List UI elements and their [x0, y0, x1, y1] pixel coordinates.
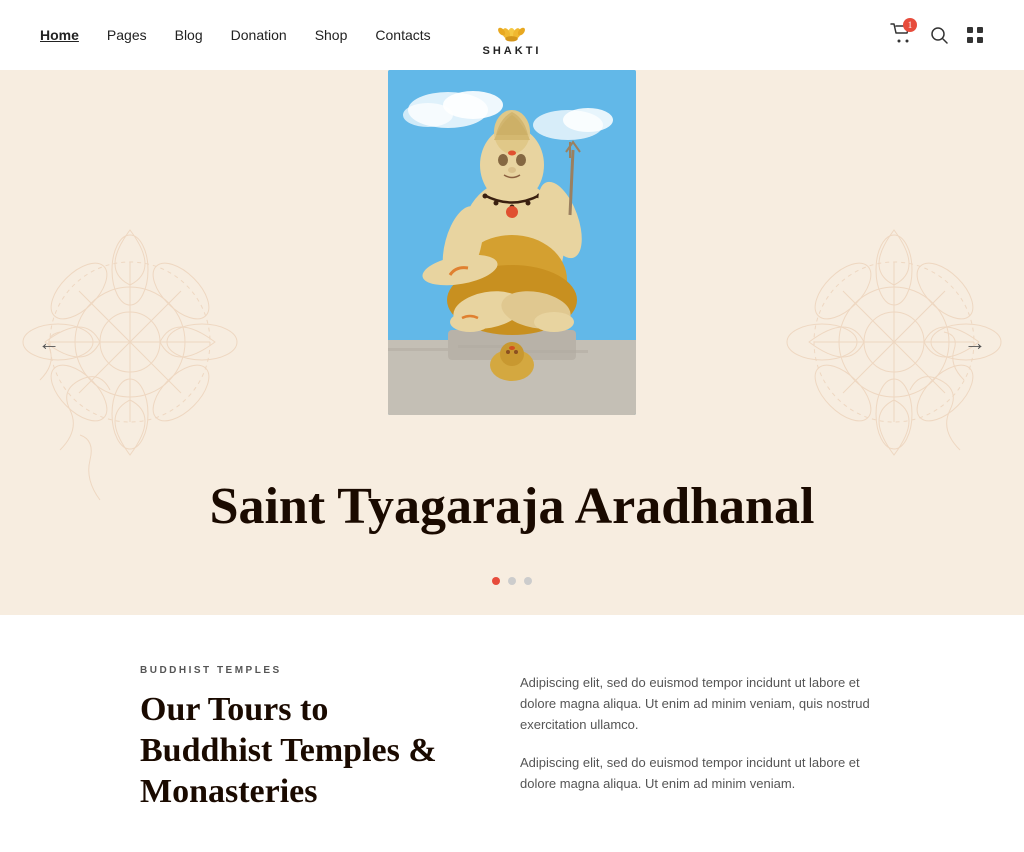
content-para-1: Adipiscing elit, sed do euismod tempor i…: [520, 673, 884, 735]
hero-dot-2[interactable]: [508, 577, 516, 585]
hero-image: [388, 70, 636, 415]
hero-prev-button[interactable]: ←: [30, 322, 68, 364]
nav-right: 1: [890, 23, 984, 48]
content-right: Adipiscing elit, sed do euismod tempor i…: [520, 665, 884, 812]
section-label: BUDDHIST TEMPLES: [140, 665, 460, 676]
logo-text: SHAKTI: [483, 45, 542, 57]
hero-section: ←: [0, 70, 1024, 615]
grid-icon: [966, 26, 984, 44]
nav-left: Home Pages Blog Donation Shop Contacts: [40, 27, 431, 43]
content-section: BUDDHIST TEMPLES Our Tours to Buddhist T…: [0, 615, 1024, 852]
nav-donation[interactable]: Donation: [231, 27, 287, 43]
header: Home Pages Blog Donation Shop Contacts S…: [0, 0, 1024, 70]
search-button[interactable]: [930, 26, 948, 44]
hero-dots: [492, 577, 532, 585]
hero-dot-1[interactable]: [492, 577, 500, 585]
cart-button[interactable]: 1: [890, 23, 912, 48]
grid-button[interactable]: [966, 26, 984, 44]
content-para-2: Adipiscing elit, sed do euismod tempor i…: [520, 753, 884, 795]
logo[interactable]: SHAKTI: [483, 13, 542, 57]
nav-pages[interactable]: Pages: [107, 27, 147, 43]
search-icon: [930, 26, 948, 44]
cart-badge: 1: [903, 18, 917, 32]
nav-contacts[interactable]: Contacts: [375, 27, 430, 43]
nav-blog[interactable]: Blog: [175, 27, 203, 43]
section-title: Our Tours to Buddhist Temples & Monaster…: [140, 690, 460, 812]
content-left: BUDDHIST TEMPLES Our Tours to Buddhist T…: [140, 665, 460, 812]
nav-home[interactable]: Home: [40, 27, 79, 43]
nav-shop[interactable]: Shop: [315, 27, 348, 43]
hero-dot-3[interactable]: [524, 577, 532, 585]
statue-illustration: [388, 70, 636, 415]
hero-next-button[interactable]: →: [956, 322, 994, 364]
hero-title: Saint Tyagaraja Aradhanal: [162, 478, 862, 535]
logo-icon: [494, 13, 530, 43]
